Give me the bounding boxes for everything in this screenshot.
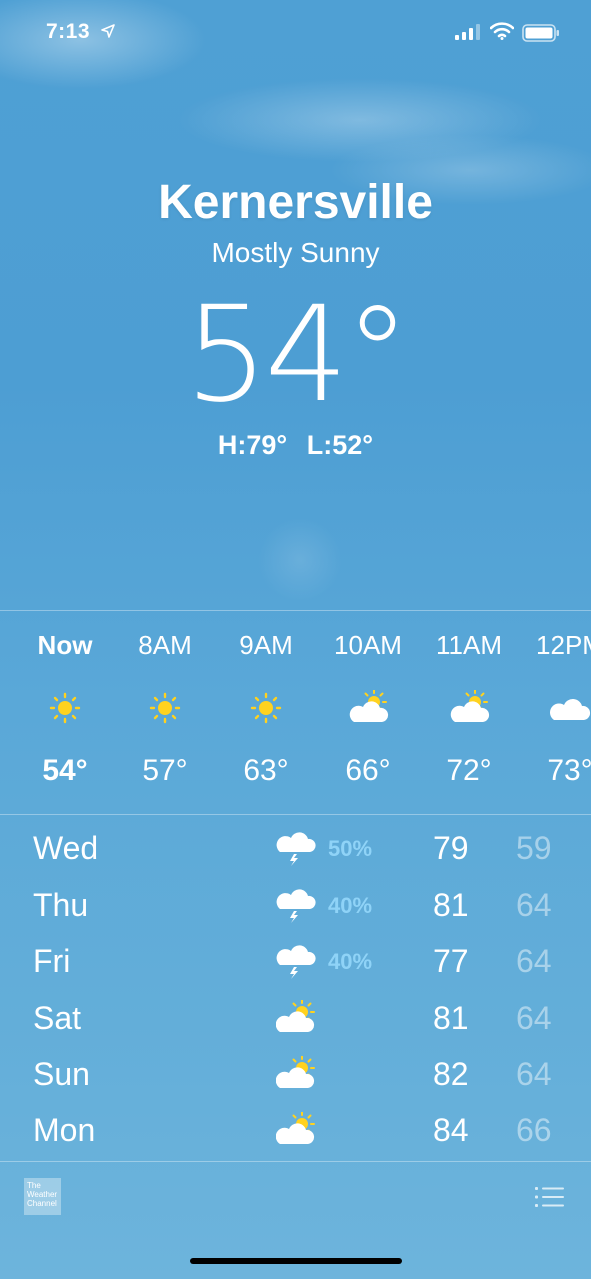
- sun-icon: [149, 692, 181, 724]
- thunderstorm-icon: [276, 889, 316, 923]
- sun-icon: [49, 692, 81, 724]
- hour-temperature: 73°: [547, 754, 591, 787]
- home-indicator[interactable]: [190, 1258, 402, 1264]
- day-low: 59: [516, 830, 552, 866]
- hourly-item: 12PM 73°: [520, 612, 591, 814]
- weather-channel-logo[interactable]: The Weather Channel: [24, 1178, 61, 1215]
- high-low: H:79° L:52°: [0, 430, 591, 461]
- hour-label: Now: [37, 630, 93, 660]
- hourly-item: 10AM 66°: [318, 612, 418, 814]
- hourly-top-divider: [0, 610, 591, 611]
- cellular-signal-icon: [455, 24, 480, 40]
- hour-temperature: 66°: [345, 754, 391, 787]
- hour-label: 10AM: [334, 630, 402, 660]
- precip-chance: 40%: [328, 893, 373, 918]
- city-list-icon[interactable]: [535, 1186, 565, 1208]
- partly-cloudy-icon: [276, 1112, 315, 1144]
- hour-label: 12PM: [536, 630, 591, 660]
- hourly-item: 9AM 63°: [216, 612, 316, 814]
- day-high: 81: [433, 887, 469, 923]
- current-temperature: 54°: [184, 278, 411, 432]
- day-name: Mon: [33, 1112, 96, 1148]
- location-arrow-icon: [101, 24, 115, 38]
- weather-channel-logo-text: The Weather Channel: [27, 1181, 58, 1208]
- status-time: 7:13: [46, 20, 91, 43]
- thunderstorm-icon: [276, 832, 316, 866]
- day-low: 66: [516, 1112, 552, 1148]
- day-low: 64: [516, 887, 552, 923]
- cloud-icon: [549, 698, 591, 720]
- partly-cloudy-icon: [276, 1000, 315, 1032]
- low-temperature: L:52°: [306, 430, 374, 460]
- hour-temperature: 57°: [142, 754, 188, 787]
- wifi-icon: [490, 22, 514, 40]
- high-temperature: H:79°: [217, 430, 288, 460]
- thunderstorm-icon: [276, 945, 316, 979]
- precip-chance: 50%: [328, 836, 373, 861]
- hourly-item: 8AM 57°: [115, 612, 215, 814]
- partly-cloudy-icon: [349, 690, 389, 722]
- hour-label: 9AM: [239, 630, 293, 660]
- hour-label: 8AM: [138, 630, 192, 660]
- daily-row: Thu 40% 81 64: [0, 877, 591, 933]
- daily-row: Fri 40% 77 64: [0, 933, 591, 989]
- day-high: 79: [433, 830, 469, 866]
- city-name: Kernersville: [158, 176, 433, 229]
- daily-row: Sat 81 64: [0, 990, 591, 1046]
- current-weather-header: Kernersville Mostly Sunny: [0, 175, 591, 269]
- hour-label: 11AM: [436, 630, 502, 660]
- day-low: 64: [516, 943, 552, 979]
- precip-chance: 40%: [328, 949, 373, 974]
- hour-temperature: 54°: [42, 754, 88, 787]
- day-high: 77: [433, 943, 469, 979]
- day-name: Thu: [33, 887, 89, 923]
- daily-row: Sun 82 64: [0, 1046, 591, 1102]
- day-high: 82: [433, 1056, 469, 1092]
- hour-temperature: 72°: [446, 754, 492, 787]
- daily-row: Wed 50% 79 59: [0, 820, 591, 876]
- hourly-bottom-divider: [0, 814, 591, 815]
- status-bar: 7:13: [0, 0, 591, 64]
- day-high: 81: [433, 1000, 469, 1036]
- daily-row: Mon 84 66: [0, 1102, 591, 1158]
- partly-cloudy-icon: [276, 1056, 315, 1088]
- day-low: 64: [516, 1056, 552, 1092]
- sun-icon: [250, 692, 282, 724]
- day-low: 64: [516, 1000, 552, 1036]
- day-high: 84: [433, 1112, 469, 1148]
- day-name: Sun: [33, 1056, 90, 1092]
- current-condition: Mostly Sunny: [211, 237, 380, 268]
- day-name: Fri: [33, 943, 71, 979]
- hour-temperature: 63°: [243, 754, 289, 787]
- day-name: Wed: [33, 830, 99, 866]
- hourly-item: Now 54°: [15, 612, 115, 814]
- day-name: Sat: [33, 1000, 82, 1036]
- hourly-forecast[interactable]: Now 54° 8AM 57° 9AM 63° 10AM 66° 11AM 72…: [0, 612, 591, 814]
- battery-icon: [522, 24, 559, 42]
- hourly-item: 11AM 72°: [419, 612, 519, 814]
- footer-toolbar: The Weather Channel: [0, 1162, 591, 1279]
- partly-cloudy-icon: [450, 690, 490, 722]
